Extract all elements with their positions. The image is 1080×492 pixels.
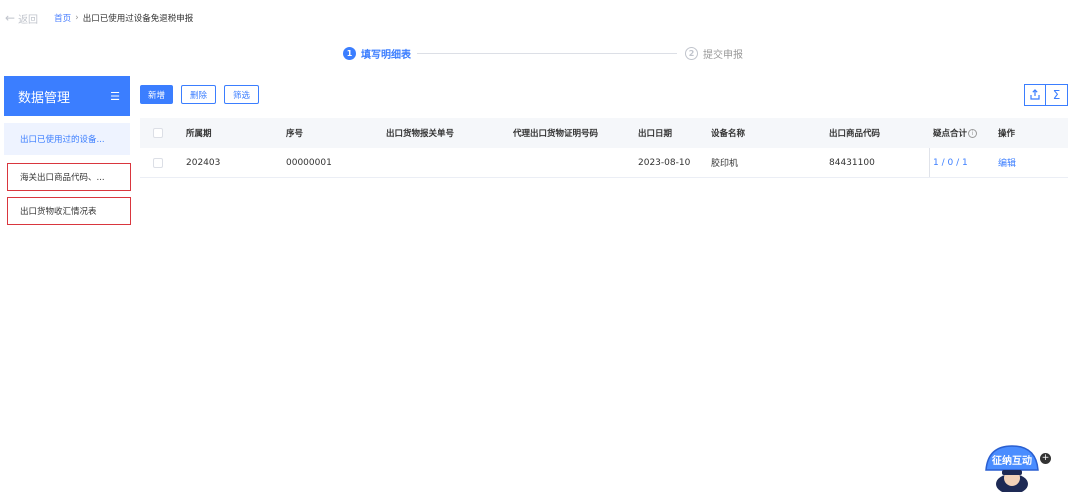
sidebar-header: 数据管理 ☰ <box>4 76 130 116</box>
sigma-icon[interactable]: Σ <box>1046 84 1068 106</box>
cell-device-name: 胶印机 <box>711 159 739 169</box>
top-nav: ← 返回 首页 › 出口已使用过设备免退税申报 <box>5 11 194 26</box>
col-doubt-total: 疑点合计 i <box>933 127 978 139</box>
step-2-label: 提交申报 <box>703 50 743 61</box>
sidebar-title: 数据管理 <box>18 90 71 106</box>
assistant-mascot[interactable]: 征纳互动 <box>980 440 1042 492</box>
arrow-left-icon: ← <box>5 11 16 25</box>
table-tools: Σ <box>1024 84 1068 106</box>
col-proxy-no: 代理出口货物证明号码 <box>513 129 599 139</box>
col-action: 操作 <box>998 129 1016 139</box>
step-2-number: 2 <box>685 47 698 60</box>
step-connector <box>417 53 677 54</box>
col-goods-code: 出口商品代码 <box>829 129 881 139</box>
back-label: 返回 <box>18 14 39 26</box>
col-customs-no: 出口货物报关单号 <box>386 129 455 139</box>
sidebar-item-forex-receipt[interactable]: 出口货物收汇情况表 <box>7 197 131 225</box>
select-all-checkbox[interactable] <box>153 128 163 138</box>
filter-button[interactable]: 筛选 <box>224 85 260 104</box>
sidebar-item-label: 海关出口商品代码、... <box>20 173 105 183</box>
col-seq: 序号 <box>286 129 304 139</box>
info-icon[interactable]: i <box>968 129 978 138</box>
plus-icon[interactable]: + <box>1040 453 1051 464</box>
step-1-label: 填写明细表 <box>361 50 411 61</box>
export-icon[interactable] <box>1024 84 1046 106</box>
cell-seq: 00000001 <box>286 157 332 168</box>
toolbar: 新增 删除 筛选 <box>140 85 260 104</box>
mascot-text: 征纳互动 <box>992 454 1032 467</box>
delete-button[interactable]: 删除 <box>181 85 217 104</box>
step-1-number: 1 <box>343 47 356 60</box>
menu-collapse-icon[interactable]: ☰ <box>110 90 120 103</box>
table-row[interactable]: 202403 00000001 2023-08-10 胶印机 84431100 … <box>140 148 1068 178</box>
breadcrumb-home[interactable]: 首页 <box>54 12 71 24</box>
col-period: 所属期 <box>186 129 212 139</box>
row-checkbox[interactable] <box>153 157 163 168</box>
sidebar: 数据管理 ☰ 出口已使用过的设备... 海关出口商品代码、... 出口货物收汇情… <box>4 76 131 225</box>
cell-period: 202403 <box>186 157 221 168</box>
col-export-date: 出口日期 <box>638 129 673 139</box>
back-button[interactable]: ← 返回 <box>5 11 38 26</box>
data-table: 所属期 序号 出口货物报关单号 代理出口货物证明号码 出口日期 设备名称 出口商… <box>140 118 1068 178</box>
step-indicator: 1 填写明细表 2 提交申报 <box>343 46 743 61</box>
sidebar-item-label: 出口已使用过的设备... <box>20 135 105 145</box>
cell-goods-code: 84431100 <box>829 157 875 168</box>
table-header: 所属期 序号 出口货物报关单号 代理出口货物证明号码 出口日期 设备名称 出口商… <box>140 118 1068 148</box>
col-doubt-total-label: 疑点合计 <box>933 129 968 139</box>
doubt-total-link[interactable]: 1 / 0 / 1 <box>933 158 968 168</box>
sidebar-item-customs-codes[interactable]: 海关出口商品代码、... <box>7 163 131 191</box>
sidebar-item-label: 出口货物收汇情况表 <box>20 207 97 217</box>
col-device-name: 设备名称 <box>711 129 746 139</box>
cell-export-date: 2023-08-10 <box>638 157 691 168</box>
breadcrumb-current: 出口已使用过设备免退税申报 <box>82 14 194 24</box>
sidebar-item-used-equipment[interactable]: 出口已使用过的设备... <box>4 123 130 155</box>
add-button[interactable]: 新增 <box>140 85 174 104</box>
edit-link[interactable]: 编辑 <box>998 156 1016 169</box>
breadcrumb-separator: › <box>75 13 79 23</box>
